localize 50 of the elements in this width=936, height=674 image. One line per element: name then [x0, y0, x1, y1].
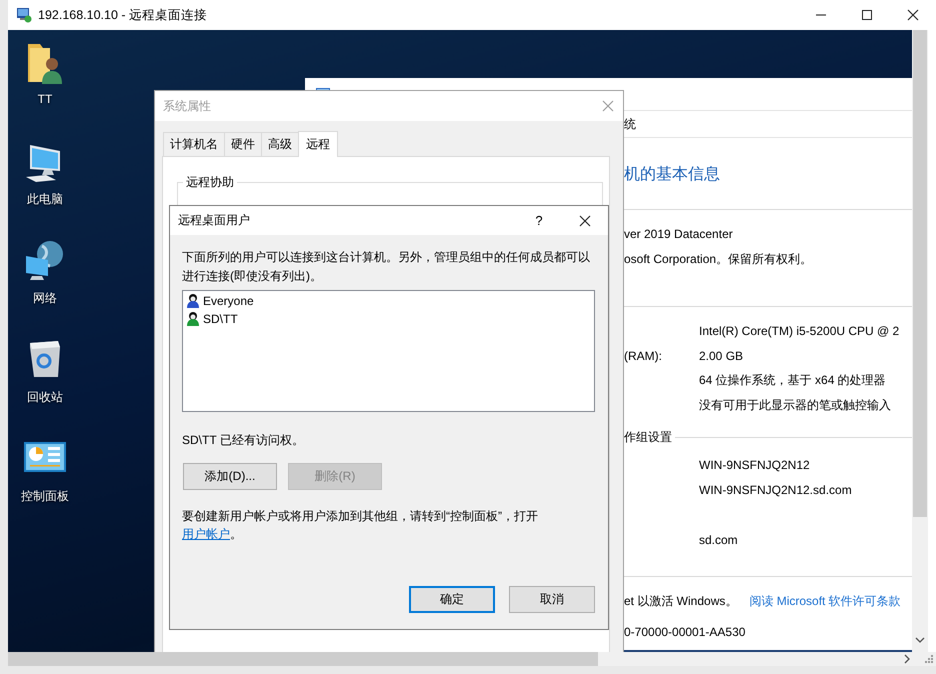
- group-title: 远程协助: [185, 174, 235, 191]
- resize-grip-icon: [925, 655, 933, 663]
- desktop-icon-label[interactable]: TT: [38, 92, 52, 106]
- maximize-icon: [862, 10, 872, 20]
- hint-text: 要创建新用户帐户或将用户添加到其他组，请转到“控制面板”，打开 用户帐户。: [182, 508, 539, 543]
- dialog-title: 系统属性: [163, 98, 212, 114]
- field-value: Intel(R) Core(TM) i5-5200U CPU @ 2: [699, 323, 900, 340]
- dialog-button[interactable]: 取消: [509, 586, 595, 613]
- help-button[interactable]: ?: [524, 206, 554, 235]
- list-item[interactable]: Everyone: [203, 294, 254, 308]
- scroll-down-icon: [915, 636, 925, 644]
- breadcrumb-text: 统: [624, 116, 636, 132]
- close-icon: [579, 214, 591, 226]
- dialog-title: 远程桌面用户: [178, 212, 251, 229]
- user-list[interactable]: Everyone SD\TT: [182, 290, 595, 412]
- tab[interactable]: 计算机名: [163, 132, 225, 156]
- window-title: 192.168.10.10 - 远程桌面连接: [38, 6, 208, 24]
- list-item[interactable]: SD\TT: [203, 312, 238, 326]
- horizontal-scrollbar[interactable]: [8, 652, 936, 666]
- field-value: 2.00 GB: [699, 348, 744, 364]
- field-label: (RAM):: [624, 348, 663, 364]
- scroll-right-icon: [903, 654, 911, 664]
- group-icon: [185, 293, 201, 309]
- close-icon: [907, 9, 919, 21]
- action-button[interactable]: 添加(D)...: [183, 463, 277, 490]
- user-icon: [185, 311, 201, 327]
- page-heading: 机的基本信息: [624, 164, 721, 185]
- field-value: 64 位操作系统，基于 x64 的处理器: [699, 372, 886, 389]
- field-value: WIN-9NSFNJQ2N12: [699, 456, 810, 474]
- info-text: osoft Corporation。保留所有权利。: [624, 251, 812, 268]
- status-text: SD\TT 已经有访问权。: [182, 432, 305, 449]
- tab[interactable]: 远程: [298, 131, 338, 157]
- field-value: WIN-9NSFNJQ2N12.sd.com: [699, 482, 852, 498]
- close-icon: [602, 100, 614, 112]
- product-id: 0-70000-00001-AA530: [624, 624, 746, 641]
- description-text: 下面所列的用户可以连接到这台计算机。另外，管理员组中的任何成员都可以进行连接(即使没有列出)。: [182, 249, 591, 285]
- field-value: 没有可用于此显示器的笔或触控输入: [699, 396, 891, 414]
- remote-desktop-icon: [16, 7, 32, 23]
- desktop-icon-label[interactable]: 回收站: [27, 389, 63, 406]
- desktop-icon-label[interactable]: 网络: [33, 290, 57, 307]
- desktop-icon-label[interactable]: 控制面板: [21, 488, 69, 505]
- vertical-scrollbar[interactable]: [912, 30, 928, 652]
- user-accounts-link[interactable]: 用户帐户: [182, 527, 230, 541]
- section-title: 作组设置: [624, 428, 672, 446]
- info-text: ver 2019 Datacenter: [624, 226, 733, 243]
- license-link[interactable]: 阅读 Microsoft 软件许可条款: [749, 589, 901, 614]
- activation-text: et 以激活 Windows。: [624, 593, 738, 610]
- desktop-icon-label[interactable]: 此电脑: [27, 191, 63, 208]
- dialog-button[interactable]: 确定: [409, 586, 495, 613]
- field-value: sd.com: [699, 532, 738, 548]
